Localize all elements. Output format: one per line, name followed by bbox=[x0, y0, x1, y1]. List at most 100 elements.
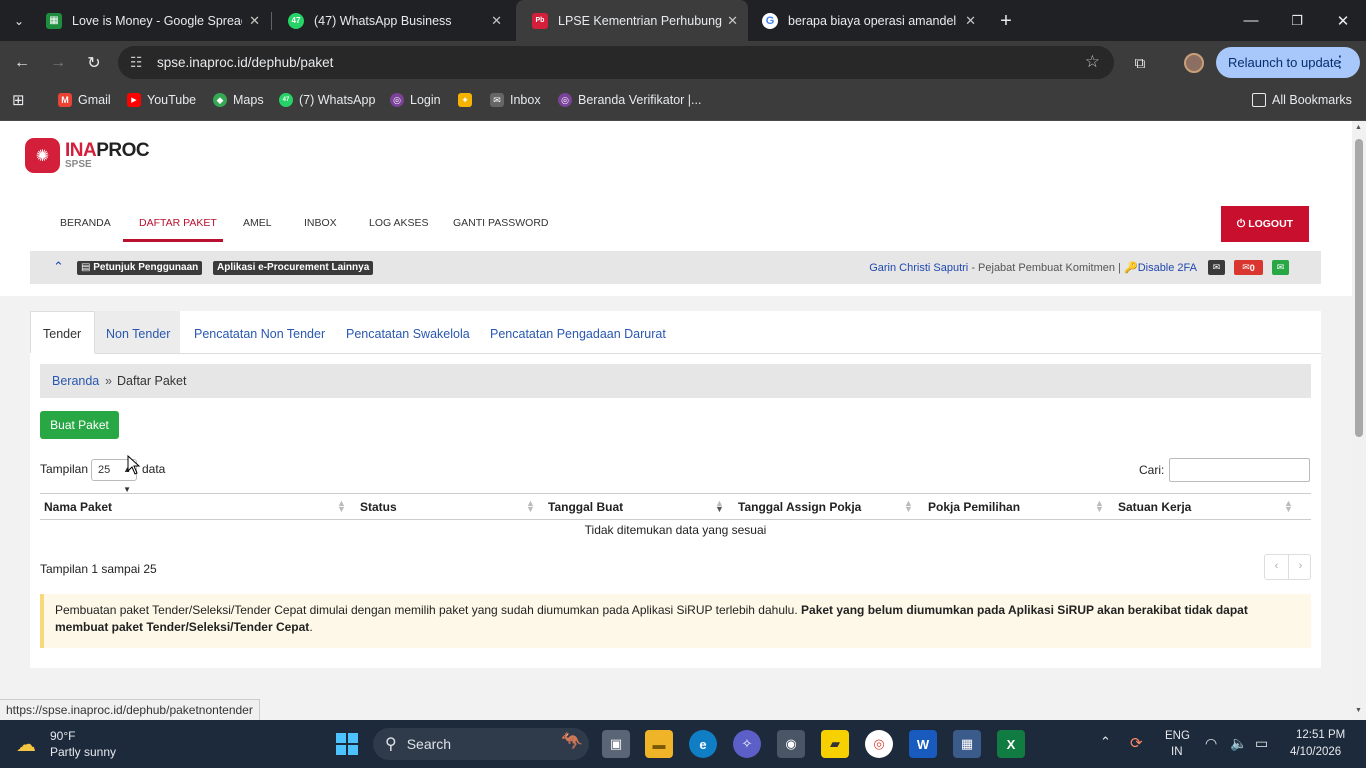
nav-log-akses[interactable]: LOG AKSES bbox=[369, 217, 429, 229]
browser-tab-lpse[interactable]: Pb LPSE Kementrian Perhubungan ✕ bbox=[516, 0, 748, 41]
language-top[interactable]: ENG bbox=[1165, 730, 1190, 742]
tray-chevron-up-icon[interactable]: ⌃ bbox=[1100, 734, 1111, 750]
all-bookmarks[interactable]: All Bookmarks bbox=[1252, 93, 1352, 107]
bookmark-whatsapp[interactable]: 47 (7) WhatsApp bbox=[279, 93, 375, 107]
bookmark-youtube[interactable]: ▶ YouTube bbox=[127, 93, 196, 107]
nav-amel[interactable]: AMEL bbox=[243, 217, 272, 229]
sort-icon[interactable]: ▲ ▼ bbox=[1095, 499, 1104, 514]
nav-ganti-password[interactable]: GANTI PASSWORD bbox=[453, 217, 548, 229]
col-nama-paket[interactable]: Nama Paket bbox=[44, 500, 112, 514]
tab-search-chevron-icon[interactable]: ⌄ bbox=[6, 8, 32, 34]
restore-icon[interactable]: ❐ bbox=[1274, 0, 1320, 41]
clock-time[interactable]: 12:51 PM bbox=[1296, 729, 1345, 741]
minimize-icon[interactable]: — bbox=[1228, 0, 1274, 41]
subtab-non-tender[interactable]: Non Tender bbox=[106, 327, 170, 341]
aplikasi-eproc-link[interactable]: Aplikasi e-Procurement Lainnya bbox=[213, 261, 374, 275]
browser-tab-google[interactable]: G berapa biaya operasi amandel - ✕ bbox=[746, 0, 986, 41]
browser-tab-whatsapp[interactable]: 47 (47) WhatsApp Business ✕ bbox=[272, 0, 512, 41]
back-arrow-icon[interactable]: ← bbox=[10, 51, 34, 75]
new-tab-plus-icon[interactable]: + bbox=[993, 8, 1019, 34]
chrome-icon[interactable]: ◎ bbox=[865, 730, 893, 758]
relaunch-label: Relaunch to update bbox=[1228, 55, 1341, 70]
user-name-link[interactable]: Garin Christi Saputri bbox=[869, 262, 968, 274]
bookmark-verifikator[interactable]: ◎ Beranda Verifikator |... bbox=[558, 93, 701, 107]
close-icon[interactable]: ✕ bbox=[249, 13, 260, 29]
sort-icon[interactable]: ▲ ▼ bbox=[337, 499, 346, 514]
windows-start-icon[interactable] bbox=[333, 730, 361, 758]
col-pokja-pemilihan[interactable]: Pokja Pemilihan bbox=[928, 500, 1020, 514]
close-icon[interactable]: ✕ bbox=[491, 13, 502, 29]
clock-date[interactable]: 4/10/2026 bbox=[1290, 746, 1341, 758]
menu-dots-icon[interactable]: ⋮ bbox=[1332, 52, 1348, 72]
bookmark-pinwheel[interactable]: ✦ bbox=[458, 93, 478, 107]
file-explorer-icon[interactable]: ▬ bbox=[645, 730, 673, 758]
col-tanggal-buat[interactable]: Tanggal Buat bbox=[548, 500, 623, 514]
subtab-pencatatan-pengadaan-darurat[interactable]: Pencatatan Pengadaan Darurat bbox=[490, 327, 666, 341]
relaunch-button[interactable]: Relaunch to update ⋮ bbox=[1216, 47, 1360, 78]
mail-icon[interactable]: ✉ bbox=[1208, 260, 1225, 275]
word-icon[interactable]: W bbox=[909, 730, 937, 758]
bookmark-gmail[interactable]: M Gmail bbox=[58, 93, 111, 107]
prev-page-button[interactable]: ‹ bbox=[1265, 560, 1288, 572]
scroll-down-icon[interactable]: ▼ bbox=[1355, 707, 1362, 714]
close-icon[interactable]: ✕ bbox=[727, 13, 738, 29]
sort-icon[interactable]: ▲ ▼ bbox=[904, 499, 913, 514]
scroll-up-icon[interactable]: ▲ bbox=[1355, 124, 1362, 131]
wifi-icon[interactable]: ◠ bbox=[1205, 735, 1217, 752]
weather-desc[interactable]: Partly sunny bbox=[50, 745, 116, 759]
buat-paket-button[interactable]: Buat Paket bbox=[40, 411, 119, 439]
volume-icon[interactable]: 🔈 bbox=[1230, 735, 1247, 752]
calculator-icon[interactable]: ▦ bbox=[953, 730, 981, 758]
address-url[interactable]: spse.inaproc.id/dephub/paket bbox=[157, 55, 333, 70]
window-close-icon[interactable]: ✕ bbox=[1320, 0, 1366, 41]
collapse-chevron-up-icon[interactable]: ⌃ bbox=[53, 259, 64, 275]
close-icon[interactable]: ✕ bbox=[965, 13, 976, 29]
site-info-icon[interactable]: ☷ bbox=[130, 54, 143, 71]
sort-icon[interactable]: ▲ ▼ bbox=[1284, 499, 1293, 514]
col-satuan-kerja[interactable]: Satuan Kerja bbox=[1118, 500, 1191, 514]
open-mail-icon[interactable]: ✉ bbox=[1272, 260, 1289, 275]
camera-icon[interactable]: ◉ bbox=[777, 730, 805, 758]
apps-grid-icon[interactable]: ⊞ bbox=[12, 91, 25, 109]
petunjuk-penggunaan-link[interactable]: ▤ Petunjuk Penggunaan bbox=[77, 261, 203, 275]
next-page-button[interactable]: › bbox=[1289, 560, 1312, 572]
battery-icon[interactable]: ▭ bbox=[1255, 735, 1268, 752]
address-bar[interactable]: ☷ spse.inaproc.id/dephub/paket ☆ bbox=[118, 46, 1114, 79]
subtab-pencatatan-swakelola[interactable]: Pencatatan Swakelola bbox=[346, 327, 470, 341]
subtab-tender[interactable]: Tender bbox=[43, 327, 81, 341]
browser-tab-sheets[interactable]: ▦ Love is Money - Google Spread ✕ bbox=[30, 0, 270, 41]
inbox-count-badge[interactable]: ✉ 0 bbox=[1234, 260, 1263, 275]
excel-icon[interactable]: X bbox=[997, 730, 1025, 758]
reload-icon[interactable]: ↻ bbox=[82, 51, 106, 75]
nav-beranda[interactable]: BERANDA bbox=[60, 217, 111, 229]
taskbar-search[interactable]: ⚲ Search 🦘 bbox=[373, 728, 589, 760]
copilot-icon[interactable]: ✧ bbox=[733, 730, 761, 758]
language-bottom[interactable]: IN bbox=[1171, 746, 1183, 758]
nav-inbox[interactable]: INBOX bbox=[304, 217, 337, 229]
bookmark-login[interactable]: ◎ Login bbox=[390, 93, 441, 107]
col-status[interactable]: Status bbox=[360, 500, 397, 514]
sort-desc-icon[interactable]: ▲ ▼ bbox=[715, 499, 724, 514]
disable-2fa-link[interactable]: Disable 2FA bbox=[1138, 262, 1197, 274]
bookmark-inbox[interactable]: ✉ Inbox bbox=[490, 93, 541, 107]
edge-icon[interactable]: e bbox=[689, 730, 717, 758]
sync-icon[interactable]: ⟳ bbox=[1130, 734, 1143, 752]
search-input[interactable] bbox=[1169, 458, 1310, 482]
scrollbar-thumb[interactable] bbox=[1355, 139, 1363, 437]
profile-avatar[interactable] bbox=[1182, 51, 1206, 75]
col-tanggal-assign-pokja[interactable]: Tanggal Assign Pokja bbox=[738, 500, 861, 514]
weather-temp[interactable]: 90°F bbox=[50, 729, 75, 743]
breadcrumb-home-link[interactable]: Beranda bbox=[52, 374, 99, 388]
nav-daftar-paket[interactable]: DAFTAR PAKET bbox=[139, 217, 217, 229]
sticky-notes-icon[interactable]: ▰ bbox=[821, 730, 849, 758]
bookmark-star-icon[interactable]: ☆ bbox=[1085, 52, 1100, 72]
forward-arrow-icon[interactable]: → bbox=[46, 51, 70, 75]
logout-button[interactable]: ⏻ LOGOUT bbox=[1221, 206, 1309, 242]
bookmark-maps[interactable]: ◆ Maps bbox=[213, 93, 264, 107]
extensions-puzzle-icon[interactable]: ⧉ bbox=[1128, 51, 1152, 75]
inaproc-logo[interactable]: ✺ INAPROC SPSE bbox=[25, 138, 150, 173]
page-scrollbar[interactable]: ▲ ▼ bbox=[1352, 121, 1366, 720]
task-view-icon[interactable]: ▣ bbox=[602, 730, 630, 758]
subtab-pencatatan-non-tender[interactable]: Pencatatan Non Tender bbox=[194, 327, 325, 341]
sort-icon[interactable]: ▲ ▼ bbox=[526, 499, 535, 514]
